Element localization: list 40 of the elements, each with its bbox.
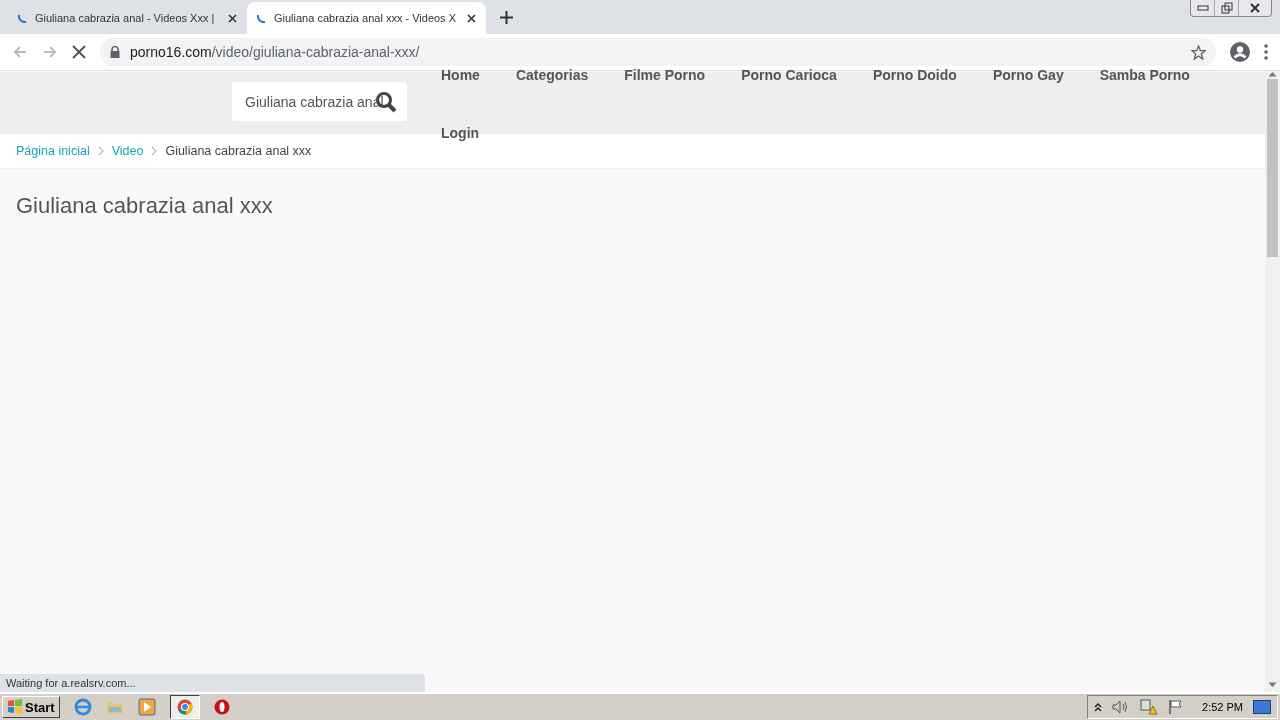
round-logo-icon [176,699,193,715]
nav-link[interactable]: Samba Porno [1099,66,1190,84]
star-icon[interactable] [1191,44,1206,60]
profile-icon[interactable] [1230,42,1250,62]
tab-title: Giuliana cabrazia anal - Videos Xxx | [35,12,216,24]
scroll-thumb[interactable] [1267,79,1278,257]
scrollbar[interactable] [1265,71,1280,692]
breadcrumb-current: Giuliana cabrazia anal xxx [165,144,312,158]
nav-link[interactable]: Categorias [515,66,589,84]
loading-spinner-icon [257,13,266,23]
network-warning-icon[interactable] [1140,699,1159,715]
nav-link[interactable]: Home [441,66,480,84]
nav-link[interactable]: Login [441,124,480,142]
flag-icon[interactable] [1168,699,1185,715]
chevron-icon [97,146,104,156]
browser-tab[interactable]: Giuliana cabrazia anal xxx - Videos X [247,2,486,34]
scroll-down-icon[interactable] [1268,682,1277,688]
tab-title: Giuliana cabrazia anal xxx - Videos X [274,12,457,24]
nav-link[interactable]: Porno Carioca [741,66,837,84]
nav-link[interactable]: Filme Porno [624,66,706,84]
opera-icon[interactable] [213,699,230,715]
nav-link[interactable]: Porno Doido [872,66,957,84]
windows-logo-icon [7,699,23,715]
menu-icon[interactable] [1264,44,1268,60]
show-desktop-icon[interactable] [1253,700,1271,714]
lock-icon [110,46,120,58]
stop-loading-icon[interactable] [72,45,86,59]
clock[interactable]: 2:52 PM [1202,701,1243,713]
status-bubble: Waiting for a.realsrv.com... [0,674,425,692]
address-bar[interactable]: porno16.com/video/giuliana-cabrazia-anal-xxx/ [100,38,1216,66]
page-title: Giuliana cabrazia anal xxx [16,193,274,219]
chevron-up-icon[interactable] [1094,702,1103,712]
media-player-icon[interactable] [137,698,156,716]
start-button[interactable]: Start [2,696,60,718]
browser-tab[interactable]: Giuliana cabrazia anal - Videos Xxx | [8,2,247,34]
chevron-icon [151,146,158,156]
loading-spinner-icon [18,13,27,23]
url-text: porno16.com/video/giuliana-cabrazia-anal-xxx/ [130,44,420,60]
taskbar-button[interactable] [169,695,200,719]
nav-link[interactable]: Porno Gay [992,66,1064,84]
